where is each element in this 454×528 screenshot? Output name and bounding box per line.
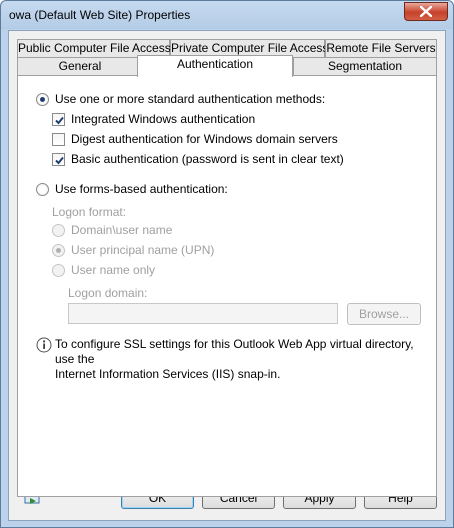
digest-auth-label: Digest authentication for Windows domain… (71, 132, 338, 146)
dialog-client: Public Computer File Access Private Comp… (8, 30, 446, 521)
properties-window: owa (Default Web Site) Properties Public… (0, 0, 454, 528)
logon-format-user-name-only-label: User name only (71, 263, 156, 277)
logon-domain-label: Logon domain: (68, 286, 148, 300)
logon-format-domain-user-option[interactable]: Domain\user name (52, 223, 172, 237)
logon-format-label: Logon format: (52, 205, 127, 219)
authentication-panel: Use one or more standard authentication … (17, 75, 437, 497)
logon-format-user-name-only-radio[interactable] (52, 263, 65, 277)
ssl-info-text: To configure SSL settings for this Outlo… (55, 337, 435, 382)
title-bar[interactable]: owa (Default Web Site) Properties (1, 1, 453, 29)
info-icon (36, 337, 52, 356)
standard-auth-option[interactable]: Use one or more standard authentication … (36, 92, 325, 106)
standard-auth-radio[interactable] (36, 92, 49, 106)
logon-domain-input[interactable] (68, 303, 338, 324)
integrated-windows-auth-checkbox[interactable] (52, 112, 65, 126)
tab-remote-file-servers[interactable]: Remote File Servers (325, 39, 437, 58)
ssl-info-line-2: Internet Information Services (IIS) snap… (55, 367, 281, 381)
tab-segmentation[interactable]: Segmentation (293, 57, 437, 75)
close-icon (420, 6, 432, 17)
standard-auth-label: Use one or more standard authentication … (55, 92, 326, 106)
basic-auth-label: Basic authentication (password is sent i… (71, 152, 344, 166)
digest-auth-option[interactable]: Digest authentication for Windows domain… (52, 132, 338, 146)
integrated-windows-auth-label: Integrated Windows authentication (71, 112, 256, 126)
forms-auth-option[interactable]: Use forms-based authentication: (36, 182, 228, 196)
digest-auth-checkbox[interactable] (52, 132, 65, 146)
close-button[interactable] (404, 2, 448, 21)
basic-auth-checkbox[interactable] (52, 152, 65, 166)
window-title: owa (Default Web Site) Properties (9, 8, 191, 22)
forms-auth-radio[interactable] (36, 182, 49, 196)
basic-auth-option[interactable]: Basic authentication (password is sent i… (52, 152, 344, 166)
logon-format-domain-user-radio[interactable] (52, 223, 65, 237)
logon-format-upn-option[interactable]: User principal name (UPN) (52, 243, 214, 257)
tab-general[interactable]: General (17, 57, 143, 75)
logon-format-upn-label: User principal name (UPN) (71, 243, 215, 257)
tab-authentication[interactable]: Authentication (137, 55, 293, 77)
logon-format-upn-radio[interactable] (52, 243, 65, 257)
ssl-info-line-1: To configure SSL settings for this Outlo… (55, 337, 414, 366)
logon-format-user-name-only-option[interactable]: User name only (52, 263, 155, 277)
forms-auth-label: Use forms-based authentication: (55, 182, 228, 196)
browse-button[interactable]: Browse... (347, 303, 421, 325)
logon-format-domain-user-label: Domain\user name (71, 223, 173, 237)
integrated-windows-auth-option[interactable]: Integrated Windows authentication (52, 112, 255, 126)
